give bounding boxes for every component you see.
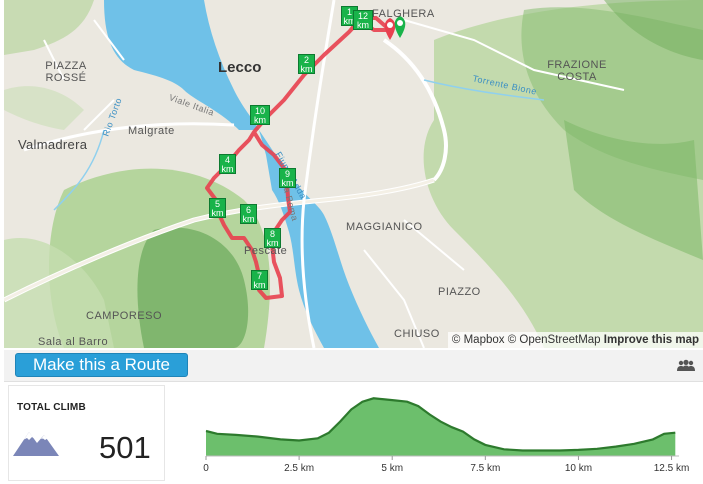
km-marker[interactable]: 2 km <box>298 54 315 74</box>
x-tick-label: 10 km <box>565 463 592 474</box>
mapbox-link[interactable]: © Mapbox <box>452 334 505 346</box>
total-climb-card: TOTAL CLIMB 501 <box>8 385 165 481</box>
mountain-icon <box>13 432 59 456</box>
km-marker[interactable]: 9 km <box>279 168 296 188</box>
map-canvas <box>4 0 703 348</box>
elevation-profile-chart[interactable]: 0 2.5 km 5 km 7.5 km 10 km 12.5 km <box>174 383 703 484</box>
km-marker[interactable]: 8 km <box>264 228 281 248</box>
place-label: Malgrate <box>128 125 175 137</box>
x-tick-label: 12.5 km <box>654 463 690 474</box>
place-label: Lecco <box>218 59 262 76</box>
map-view[interactable]: Lecco Malgrate Valmadrera PIAZZA ROSSÉ F… <box>4 0 703 348</box>
place-label: Valmadrera <box>18 137 88 152</box>
place-label: PIAZZA ROSSÉ <box>45 60 87 84</box>
place-label: CAMPORESO <box>86 310 163 322</box>
place-label: MAGGIANICO <box>346 221 423 233</box>
km-marker[interactable]: 10 km <box>250 105 270 125</box>
stats-panel: TOTAL CLIMB 501 0 2.5 km 5 km 7.5 km 10 km 12… <box>4 383 703 484</box>
km-marker[interactable]: 12 km <box>353 10 373 30</box>
total-climb-value: 501 <box>99 430 151 465</box>
place-label: FRAZIONE COSTA <box>547 59 607 83</box>
map-attribution: © Mapbox © OpenStreetMap Improve this ma… <box>447 332 703 348</box>
people-icon[interactable] <box>677 359 695 373</box>
km-marker[interactable]: 4 km <box>219 154 236 174</box>
x-tick-label: 5 km <box>381 463 403 474</box>
km-marker[interactable]: 7 km <box>251 270 268 290</box>
place-label: Sala al Barro <box>38 336 109 348</box>
km-marker[interactable]: 6 km <box>240 204 257 224</box>
place-label: FALGHERA <box>372 8 435 20</box>
make-route-button[interactable]: Make this a Route <box>15 353 188 377</box>
x-tick-label: 2.5 km <box>284 463 314 474</box>
improve-map-link[interactable]: Improve this map <box>604 334 699 346</box>
km-marker[interactable]: 5 km <box>209 198 226 218</box>
x-axis-ticks: 0 2.5 km 5 km 7.5 km 10 km 12.5 km <box>203 456 689 474</box>
total-climb-label: TOTAL CLIMB <box>17 402 86 413</box>
place-label: CHIUSO <box>394 328 440 340</box>
place-label: PIAZZO <box>438 286 481 298</box>
route-toolbar: Make this a Route <box>4 350 703 382</box>
x-tick-label: 7.5 km <box>470 463 500 474</box>
x-tick-label: 0 <box>203 463 209 474</box>
osm-link[interactable]: © OpenStreetMap <box>508 334 601 346</box>
